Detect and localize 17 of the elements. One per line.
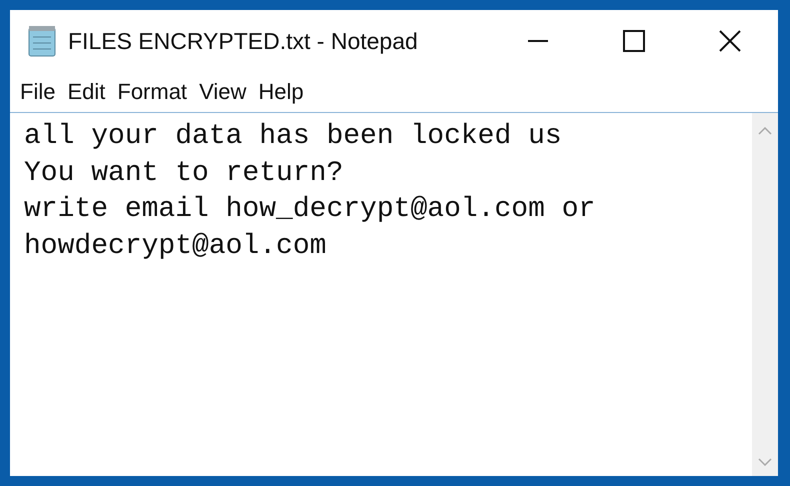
- window-title: FILES ENCRYPTED.txt - Notepad: [68, 28, 418, 54]
- close-icon: [718, 29, 742, 53]
- menu-item[interactable]: File: [20, 79, 56, 105]
- text-line: all your data has been locked us: [24, 120, 563, 154]
- minimize-icon: [526, 40, 550, 42]
- scroll-down-icon[interactable]: [758, 458, 772, 466]
- menu-item[interactable]: Edit: [67, 79, 106, 105]
- menu-item[interactable]: Format: [117, 79, 188, 105]
- text-line: write email how_decrypt@aol.com or: [24, 193, 596, 227]
- menu-item[interactable]: Help: [258, 79, 304, 105]
- text-area[interactable]: all your data has been locked us You want to return? write email how_decrypt@aol.com or howdecrypt@aol.com: [10, 113, 752, 476]
- text-line: You want to return?: [24, 156, 344, 190]
- maximize-icon: [622, 29, 646, 53]
- text-line: howdecrypt@aol.com: [24, 230, 328, 264]
- menu-item[interactable]: View: [199, 79, 246, 105]
- scrollbar[interactable]: [752, 113, 778, 476]
- scroll-up-icon[interactable]: [758, 127, 772, 135]
